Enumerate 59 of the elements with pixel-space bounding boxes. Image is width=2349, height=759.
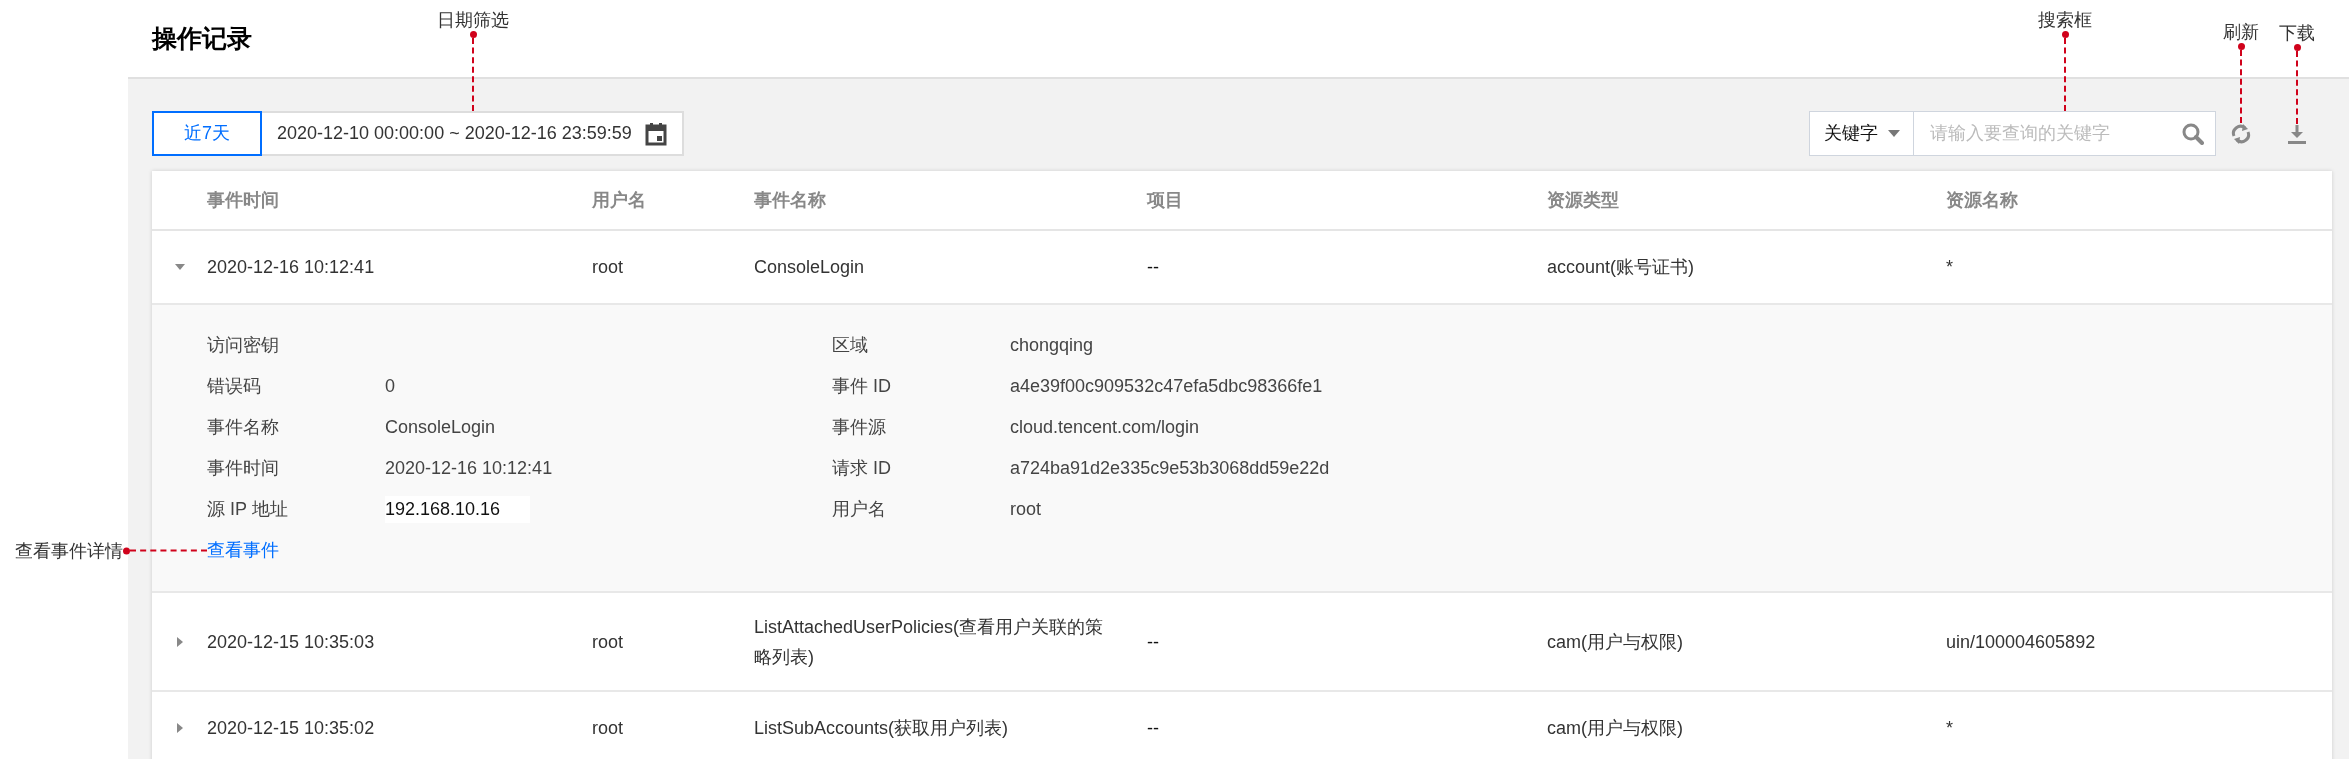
keyword-filter-dropdown[interactable]: 关键字 xyxy=(1809,111,1914,156)
callout-label: 查看事件详情 xyxy=(15,539,123,562)
calendar-icon[interactable] xyxy=(645,121,667,146)
table-cell: -- xyxy=(1147,718,1159,738)
detail-value: chongqing xyxy=(1010,334,1094,357)
table-cell: -- xyxy=(1147,257,1159,277)
date-range-field[interactable]: 2020-12-10 00:00:00 ~ 2020-12-16 23:59:59 xyxy=(262,111,684,156)
detail-label: 用户名 xyxy=(832,498,887,521)
detail-value: 2020-12-16 10:12:41 xyxy=(385,457,553,480)
table-cell-text: ConsoleLogin xyxy=(754,256,866,279)
detail-label: 源 IP 地址 xyxy=(207,498,289,521)
detail-value: root xyxy=(1010,498,1042,521)
callout-label: 日期筛选 xyxy=(437,9,509,31)
detail-label: 访问密钥 xyxy=(207,334,280,357)
column-header: 资源名称 xyxy=(1946,189,2018,210)
detail-label: 事件源 xyxy=(832,416,887,439)
detail-value: ConsoleLogin xyxy=(385,416,496,439)
table-cell: -- xyxy=(1147,631,1159,652)
table-cell: cam(用户与权限) xyxy=(1547,631,1683,652)
search-icon[interactable] xyxy=(2182,122,2204,145)
table-cell: root xyxy=(592,718,624,738)
column-header: 资源类型 xyxy=(1547,189,1619,210)
table-cell: * xyxy=(1946,718,1953,738)
search-field[interactable]: 请输入要查询的关键字 xyxy=(1914,111,2216,156)
column-header: 用户名 xyxy=(592,189,646,210)
detail-value: a4e39f00c909532c47efa5dbc98366fe1 xyxy=(1010,375,1323,398)
column-header: 项目 xyxy=(1147,189,1183,210)
callout-label: 搜索框 xyxy=(2038,9,2092,31)
download-icon[interactable] xyxy=(2288,123,2306,144)
range-button[interactable]: 近7天 xyxy=(152,111,262,156)
caret-icon xyxy=(1887,129,1900,138)
detail-value: cloud.tencent.com/login xyxy=(1010,416,1200,439)
table-cell: root xyxy=(592,631,624,652)
table-cell: 2020-12-16 10:12:41 xyxy=(207,257,375,277)
table-cell-text: ListAttachedUserPolicies(查看用户关联的策略列表) xyxy=(754,615,1105,669)
table-cell-text: ListSubAccounts(获取用户列表) xyxy=(754,717,1010,740)
detail-value: 192.168.10.16 xyxy=(385,496,531,523)
detail-label: 事件名称 xyxy=(207,416,280,439)
table-cell: root xyxy=(592,257,624,277)
detail-label: 事件时间 xyxy=(207,457,280,480)
detail-label: 区域 xyxy=(832,334,869,357)
refresh-icon[interactable] xyxy=(2231,122,2251,145)
detail-value: a724ba91d2e335c9e53b3068dd59e22d xyxy=(1010,457,1330,480)
table-cell: uin/100004605892 xyxy=(1946,631,2096,652)
table-cell: * xyxy=(1946,257,1953,277)
column-header: 事件名称 xyxy=(754,189,826,210)
detail-label: 请求 ID xyxy=(832,457,892,480)
callout-label: 下载 xyxy=(2279,21,2315,44)
view-event-link[interactable]: 查看事件 xyxy=(207,537,279,564)
callout-label: 刷新 xyxy=(2223,20,2259,43)
detail-value: 0 xyxy=(385,375,395,398)
column-header: 事件时间 xyxy=(207,189,279,210)
detail-label: 事件 ID xyxy=(832,375,892,398)
page-title: 操作记录 xyxy=(152,22,252,54)
table-cell: account(账号证书) xyxy=(1547,257,1695,277)
detail-label: 错误码 xyxy=(207,375,262,398)
table-cell: cam(用户与权限) xyxy=(1547,718,1683,738)
table-cell: 2020-12-15 10:35:03 xyxy=(207,631,375,652)
table-cell: 2020-12-15 10:35:02 xyxy=(207,718,375,738)
